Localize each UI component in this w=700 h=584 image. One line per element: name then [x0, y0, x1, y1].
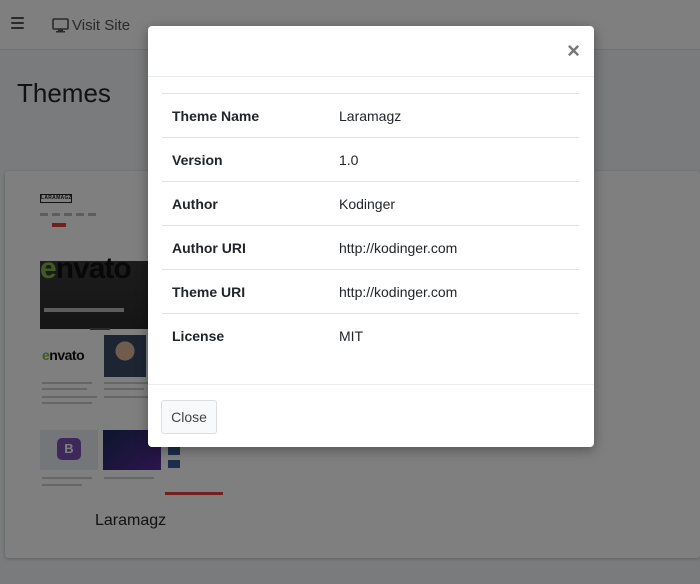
- info-row-label: Author URI: [172, 239, 246, 256]
- info-row-value: MIT: [339, 327, 364, 344]
- theme-details-modal: × Theme Name Laramagz Version 1.0 Author Kodi…: [148, 26, 594, 447]
- info-row: Theme Name Laramagz: [162, 94, 579, 138]
- theme-info-table: Theme Name Laramagz Version 1.0 Author Koding…: [162, 93, 579, 358]
- info-row-label: Version: [172, 151, 223, 168]
- close-button[interactable]: Close: [161, 400, 217, 434]
- info-row-label: License: [172, 327, 225, 344]
- info-row-label: Author: [172, 195, 218, 212]
- info-row-value: Laramagz: [339, 107, 402, 124]
- info-row: Theme URI http://kodinger.com: [162, 270, 579, 314]
- info-row-value: http://kodinger.com: [339, 239, 458, 256]
- info-row-label: Theme URI: [172, 283, 246, 300]
- info-row-value: http://kodinger.com: [339, 283, 458, 300]
- info-row: License MIT: [162, 314, 579, 358]
- info-row: Version 1.0: [162, 138, 579, 182]
- info-row: Author URI http://kodinger.com: [162, 226, 579, 270]
- modal-body: Theme Name Laramagz Version 1.0 Author Koding…: [148, 77, 594, 372]
- info-row: Author Kodinger: [162, 182, 579, 226]
- close-icon[interactable]: ×: [567, 40, 580, 62]
- info-row-value: Kodinger: [339, 195, 396, 212]
- info-row-label: Theme Name: [172, 107, 260, 124]
- modal-header: ×: [148, 26, 594, 77]
- modal-footer: Close: [148, 384, 594, 447]
- info-row-value: 1.0: [339, 151, 359, 168]
